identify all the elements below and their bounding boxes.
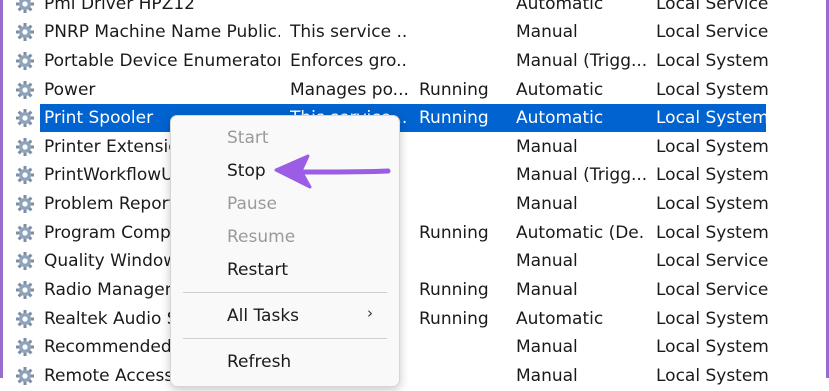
table-row[interactable]: Program Compatibility Assis... Running Aut… <box>0 219 829 247</box>
service-description <box>290 0 408 18</box>
service-log-on-as: Local System <box>656 51 769 71</box>
table-row[interactable]: Problem Reports Control Pa... Manual Local… <box>0 190 829 218</box>
gear-icon <box>15 80 35 100</box>
service-startup-type: Manual <box>516 280 578 300</box>
menu-item-resume[interactable]: Resume <box>227 223 295 251</box>
gear-icon <box>15 0 35 14</box>
table-row[interactable]: Power Manages po... Running Automatic Local … <box>0 76 829 104</box>
menu-separator <box>183 338 387 339</box>
service-status <box>419 362 509 390</box>
gear-icon <box>15 137 35 157</box>
menu-item-stop[interactable]: Stop <box>227 157 266 185</box>
service-startup-type: Manual (Trigg... <box>516 165 646 185</box>
services-list: Pml Driver HPZ12 Automatic Local Service PN… <box>0 0 829 386</box>
table-row[interactable]: Print SpoolerThis service ...RunningAuto… <box>0 104 829 132</box>
table-row[interactable]: Radio Management Service Running Manual Loc… <box>0 276 829 304</box>
service-status: Running <box>419 223 489 243</box>
menu-separator <box>183 292 387 293</box>
service-log-on-as: Local Service <box>656 0 769 14</box>
service-status <box>419 190 509 218</box>
service-name: PNRP Machine Name Public... <box>44 22 280 42</box>
service-startup-type: Manual <box>516 251 578 271</box>
table-row[interactable]: Pml Driver HPZ12 Automatic Local Service <box>0 0 829 18</box>
service-log-on-as: Local System <box>656 137 769 157</box>
service-startup-type: Automatic <box>516 108 604 128</box>
service-status: Running <box>419 108 489 128</box>
service-status <box>419 0 509 18</box>
menu-item-refresh[interactable]: Refresh <box>227 348 291 376</box>
gear-icon <box>15 22 35 42</box>
gear-icon <box>15 309 35 329</box>
table-row[interactable]: PNRP Machine Name Public... This service … <box>0 18 829 46</box>
menu-item-start[interactable]: Start <box>227 124 269 152</box>
service-startup-type: Manual <box>516 366 578 386</box>
service-log-on-as: Local Service <box>656 22 769 42</box>
service-status <box>419 161 509 189</box>
service-status: Running <box>419 309 489 329</box>
gear-icon <box>15 337 35 357</box>
table-row[interactable]: Printer Extensions and Notif... Manual Loc… <box>0 133 829 161</box>
service-log-on-as: Local Service <box>656 251 769 271</box>
table-row[interactable]: Portable Device Enumerator ... Enforces g… <box>0 47 829 75</box>
gear-icon <box>15 251 35 271</box>
service-startup-type: Manual <box>516 22 578 42</box>
service-startup-type: Manual <box>516 337 578 357</box>
service-startup-type: Automatic (De... <box>516 223 646 243</box>
table-row[interactable]: Quality Windows Audio Vid... Manual Local … <box>0 247 829 275</box>
gear-icon <box>15 280 35 300</box>
service-log-on-as: Local System <box>656 309 769 329</box>
arrow-pointer-icon <box>274 154 391 189</box>
gear-icon <box>15 223 35 243</box>
gear-icon <box>15 366 35 386</box>
service-description: Enforces gro... <box>290 51 408 71</box>
service-startup-type: Automatic <box>516 80 604 100</box>
gear-icon <box>15 194 35 214</box>
service-log-on-as: Local System <box>656 223 769 243</box>
service-startup-type: Automatic <box>516 309 604 329</box>
service-log-on-as: Local System <box>656 108 769 128</box>
service-log-on-as: Local System <box>656 194 769 214</box>
service-status <box>419 133 509 161</box>
table-row[interactable]: Recommended Troubleshoot... Manual Local S… <box>0 333 829 361</box>
service-log-on-as: Local System <box>656 165 769 185</box>
service-status: Running <box>419 80 489 100</box>
service-status <box>419 47 509 75</box>
service-startup-type: Automatic <box>516 0 604 14</box>
service-name: Portable Device Enumerator ... <box>44 51 280 71</box>
gear-icon <box>15 51 35 71</box>
service-status <box>419 333 509 361</box>
service-startup-type: Manual <box>516 137 578 157</box>
table-row[interactable]: Remote Access Auto Conn... Manual Local Sy… <box>0 362 829 390</box>
service-log-on-as: Local System <box>656 337 769 357</box>
chevron-right-icon: › <box>367 304 373 322</box>
service-startup-type: Manual <box>516 194 578 214</box>
service-description: Manages po... <box>290 80 408 100</box>
service-status <box>419 18 509 46</box>
gear-icon <box>15 165 35 185</box>
service-description: This service ... <box>290 22 408 42</box>
service-name: Pml Driver HPZ12 <box>44 0 195 14</box>
service-startup-type: Manual (Trigg... <box>516 51 646 71</box>
service-name: Power <box>44 80 96 100</box>
table-row[interactable]: PrintWorkflowUserSvc Manual (Trigg... Loca… <box>0 161 829 189</box>
service-log-on-as: Local System <box>656 80 769 100</box>
service-log-on-as: Local System <box>656 366 769 386</box>
service-status <box>419 247 509 275</box>
menu-item-restart[interactable]: Restart <box>227 256 288 284</box>
menu-item-all-tasks[interactable]: All Tasks <box>227 302 299 330</box>
menu-item-pause[interactable]: Pause <box>227 190 277 218</box>
service-status: Running <box>419 280 489 300</box>
gear-icon <box>15 108 35 128</box>
table-row[interactable]: Realtek Audio Service Running Automatic Loc… <box>0 305 829 333</box>
service-log-on-as: Local Service <box>656 280 769 300</box>
